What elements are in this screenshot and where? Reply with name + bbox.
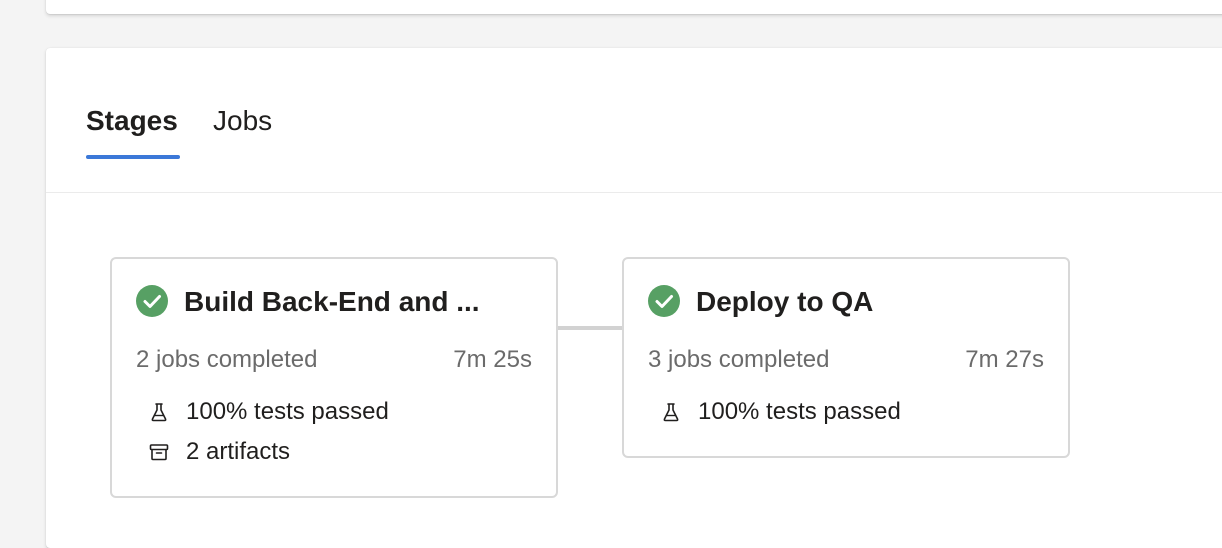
tab-stages[interactable]: Stages <box>86 104 178 138</box>
tests-passed-text: 100% tests passed <box>698 398 901 425</box>
stage-title: Build Back-End and ... <box>184 286 480 317</box>
tab-bar: Stages Jobs <box>46 48 1222 193</box>
active-tab-indicator <box>86 155 180 159</box>
check-circle-icon <box>648 285 680 317</box>
archive-icon <box>149 444 169 461</box>
tests-summary[interactable]: 100% tests passed <box>148 397 389 427</box>
stage-duration: 7m 25s <box>453 346 532 373</box>
stage-duration: 7m 27s <box>965 346 1044 373</box>
jobs-completed-text: 2 jobs completed <box>136 346 318 373</box>
flask-icon <box>151 403 167 422</box>
stage-title: Deploy to QA <box>696 286 874 317</box>
stage-card-build[interactable]: Build Back-End and ... 2 jobs completed … <box>110 257 558 498</box>
tests-summary[interactable]: 100% tests passed <box>660 397 901 427</box>
flask-icon <box>663 403 679 422</box>
stage-card-deploy-qa[interactable]: Deploy to QA 3 jobs completed 7m 27s 100… <box>622 257 1070 458</box>
stage-connector <box>558 326 622 330</box>
artifacts-summary[interactable]: 2 artifacts <box>148 437 290 467</box>
pipeline-run-card: Stages Jobs Build Back-End and ... 2 job… <box>46 48 1222 548</box>
artifacts-text: 2 artifacts <box>186 438 291 465</box>
check-circle-icon <box>136 285 168 317</box>
previous-section-card <box>46 0 1222 14</box>
tests-passed-text: 100% tests passed <box>186 398 389 425</box>
jobs-completed-text: 3 jobs completed <box>648 346 830 373</box>
tab-jobs[interactable]: Jobs <box>213 104 272 138</box>
